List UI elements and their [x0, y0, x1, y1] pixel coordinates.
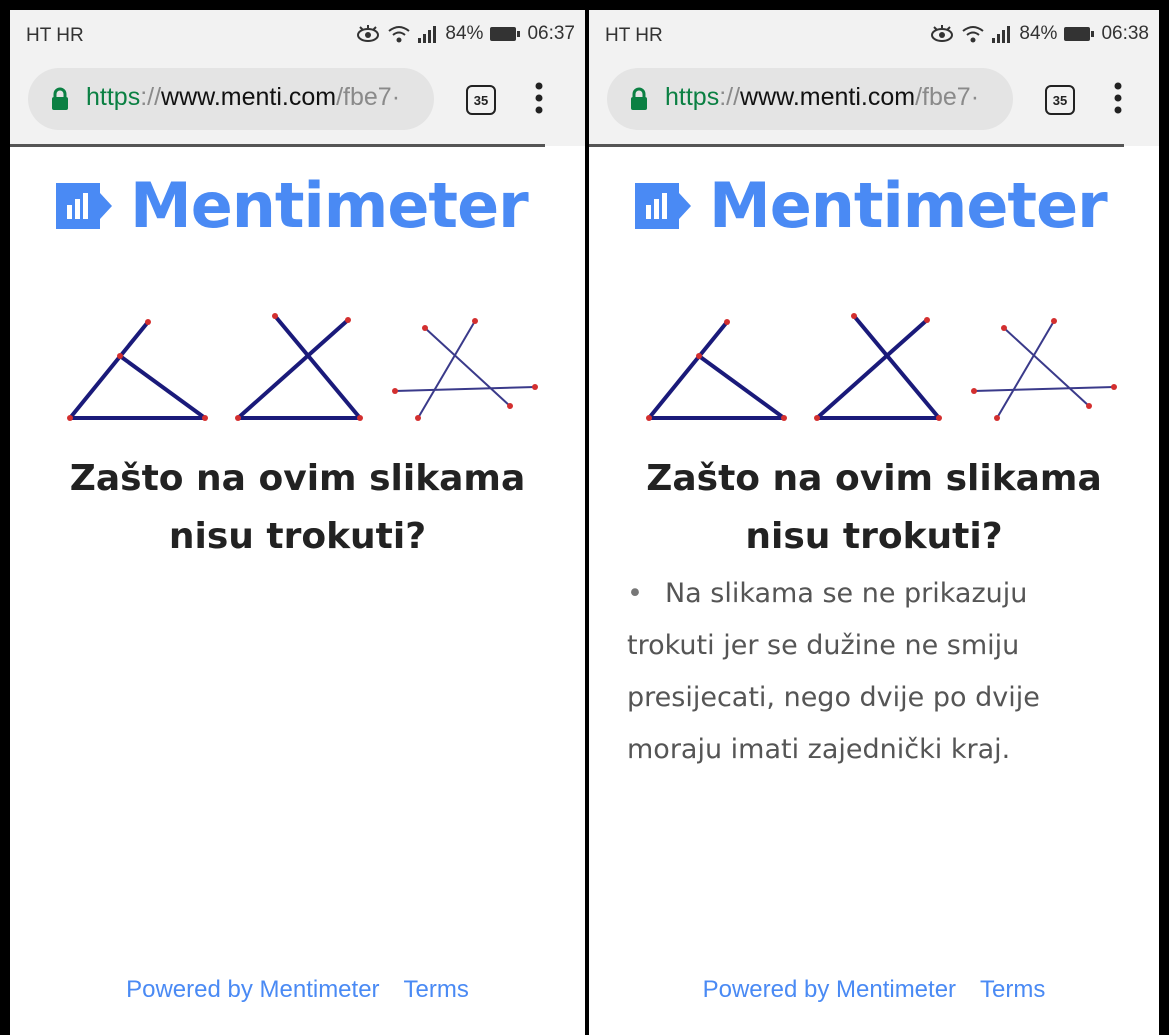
- more-vert-icon[interactable]: [1113, 82, 1123, 114]
- url-host: www.menti.com: [740, 83, 916, 111]
- lock-icon: [52, 87, 68, 110]
- answer-line-1: • Na slikama se ne prikazuju: [627, 578, 1028, 609]
- battery-percent: 84%: [445, 23, 484, 44]
- answer-item: • Na slikama se ne prikazuju trokuti jer …: [627, 568, 1131, 776]
- url-host: www.menti.com: [161, 83, 337, 111]
- url-separator: ://: [140, 83, 162, 111]
- eye-comfort-icon: [357, 25, 380, 42]
- tab-switcher-icon[interactable]: 35: [466, 85, 496, 115]
- address-bar[interactable]: https://www.menti.com/fbe7·: [28, 68, 434, 130]
- carrier-label: HT HR: [26, 25, 84, 46]
- mentimeter-logo: Mentimeter: [56, 169, 529, 242]
- url-path: /fbe7·: [915, 83, 980, 111]
- wifi-icon: [388, 26, 411, 43]
- browser-toolbar: https://www.menti.com/fbe7· 35: [589, 60, 1159, 146]
- signal-icon: [992, 26, 1011, 43]
- question-title: Zašto na ovim slikama nisu trokuti?: [10, 450, 585, 566]
- question-title: Zašto na ovim slikama nisu trokuti?: [589, 450, 1159, 566]
- logo-wordmark: Mentimeter: [709, 169, 1108, 242]
- url-text[interactable]: https://www.menti.com/fbe7·: [665, 83, 979, 112]
- url-scheme: https: [86, 83, 141, 111]
- url-scheme: https: [665, 83, 720, 111]
- answer-line-4: moraju imati zajednički kraj.: [627, 734, 1011, 765]
- clock: 06:37: [527, 23, 575, 44]
- carrier-label: HT HR: [605, 25, 663, 46]
- segments-figure: [67, 313, 538, 421]
- url-text[interactable]: https://www.menti.com/fbe7·: [86, 83, 400, 112]
- battery-icon: [1064, 27, 1095, 41]
- status-bar: HT HR 84% 06:37: [10, 10, 585, 60]
- page-load-line: [10, 144, 545, 147]
- more-vert-icon[interactable]: [534, 82, 544, 114]
- question-line-2: nisu trokuti?: [745, 516, 1003, 557]
- question-line-1: Zašto na ovim slikama: [646, 458, 1102, 499]
- wifi-icon: [962, 26, 985, 43]
- phone-screen-left: HT HR 84% 06:37 https://www.menti.com/fb…: [10, 10, 585, 1035]
- status-bar: HT HR 84% 06:38: [589, 10, 1159, 60]
- status-icons: 84% 06:37: [355, 23, 575, 45]
- battery-icon: [490, 27, 521, 41]
- battery-percent: 84%: [1019, 23, 1058, 44]
- terms-link[interactable]: Terms: [980, 976, 1045, 1003]
- url-separator: ://: [719, 83, 741, 111]
- eye-comfort-icon: [931, 25, 954, 42]
- question-line-2: nisu trokuti?: [168, 516, 427, 557]
- url-path: /fbe7·: [336, 83, 401, 111]
- mentimeter-logo-icon: [56, 183, 112, 229]
- answer-line-3: presijecati, nego dvije po dvije: [627, 682, 1040, 713]
- lock-icon: [631, 87, 647, 110]
- clock: 06:38: [1101, 23, 1149, 44]
- answer-list: • Na slikama se ne prikazuju trokuti jer …: [627, 568, 1131, 776]
- signal-icon: [418, 26, 437, 43]
- mentimeter-logo-icon: [635, 183, 691, 229]
- page-load-line: [589, 144, 1124, 147]
- status-icons: 84% 06:38: [929, 23, 1149, 45]
- powered-by-link[interactable]: Powered by Mentimeter: [703, 976, 956, 1003]
- question-line-1: Zašto na ovim slikama: [69, 458, 526, 499]
- bullet-icon: •: [627, 578, 643, 609]
- browser-toolbar: https://www.menti.com/fbe7· 35: [10, 60, 585, 146]
- footer: Powered by Mentimeter Terms: [589, 976, 1159, 1004]
- terms-link[interactable]: Terms: [404, 976, 469, 1003]
- mentimeter-logo: Mentimeter: [635, 169, 1108, 242]
- address-bar[interactable]: https://www.menti.com/fbe7·: [607, 68, 1013, 130]
- logo-wordmark: Mentimeter: [130, 169, 529, 242]
- answer-line-2: trokuti jer se dužine ne smiju: [627, 630, 1020, 661]
- segments-figure: [646, 313, 1117, 421]
- powered-by-link[interactable]: Powered by Mentimeter: [126, 976, 379, 1003]
- footer: Powered by Mentimeter Terms: [10, 976, 585, 1004]
- phone-screen-right: HT HR 84% 06:38 https://www.menti.com/fb…: [589, 10, 1159, 1035]
- tab-switcher-icon[interactable]: 35: [1045, 85, 1075, 115]
